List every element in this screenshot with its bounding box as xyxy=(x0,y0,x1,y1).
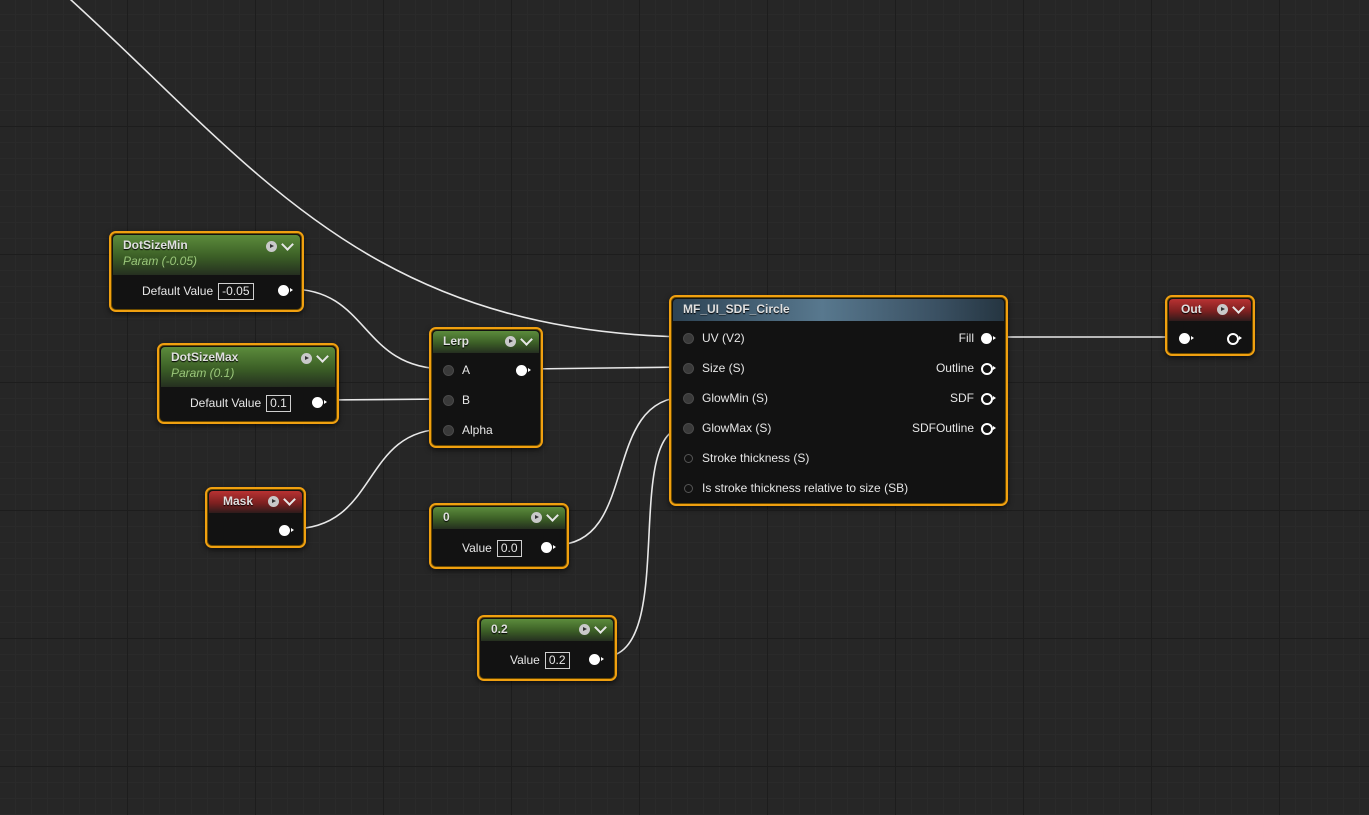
preview-play-icon[interactable] xyxy=(579,624,590,635)
lerp-node[interactable]: Lerp A B Alpha xyxy=(429,327,543,448)
output-label-outline: Outline xyxy=(935,361,974,375)
wire-zero-to-glowmin xyxy=(554,396,687,546)
input-pin-uv[interactable] xyxy=(683,333,694,344)
output-pin[interactable] xyxy=(278,285,293,296)
node-title: DotSizeMax xyxy=(171,350,239,364)
input-label-a: A xyxy=(462,363,471,377)
chevron-down-icon[interactable] xyxy=(594,620,607,634)
output-pin[interactable] xyxy=(279,525,294,536)
wire-mask-to-lerp-alpha xyxy=(290,428,447,530)
dotsizemin-node[interactable]: DotSizeMin Param (-0.05) Default Value -0… xyxy=(109,231,304,312)
dotsizemax-header[interactable]: DotSizeMax Param (0.1) xyxy=(161,347,335,387)
mask-header[interactable]: Mask xyxy=(209,491,302,513)
node-title: Mask xyxy=(223,494,254,508)
output-pin[interactable] xyxy=(1227,333,1242,345)
node-title: MF_UI_SDF_Circle xyxy=(683,302,790,316)
value-input[interactable]: 0.0 xyxy=(496,540,522,557)
constant-zero-node[interactable]: 0 Value 0.0 xyxy=(429,503,569,569)
chevron-down-icon[interactable] xyxy=(546,508,559,522)
chevron-down-icon[interactable] xyxy=(316,349,329,363)
node-title: Lerp xyxy=(443,334,470,348)
value-input[interactable]: 0.2 xyxy=(544,652,570,669)
node-title: 0.2 xyxy=(491,622,508,636)
output-label-sdfoutline: SDFOutline xyxy=(911,421,974,435)
input-pin-stroke-relative[interactable] xyxy=(684,484,693,493)
input-label-glowmax: GlowMax (S) xyxy=(702,421,772,435)
constant-zero-header[interactable]: 0 xyxy=(433,507,565,529)
output-pin-outline[interactable] xyxy=(981,363,996,375)
input-pin-a[interactable] xyxy=(443,365,454,376)
input-label-b: B xyxy=(462,393,471,407)
preview-play-icon[interactable] xyxy=(531,512,542,523)
constant-point2-node[interactable]: 0.2 Value 0.2 xyxy=(477,615,617,681)
dotsizemin-header[interactable]: DotSizeMin Param (-0.05) xyxy=(113,235,300,275)
chevron-down-icon[interactable] xyxy=(1232,300,1245,314)
input-pin-b[interactable] xyxy=(443,395,454,406)
wire-lerp-to-sdf-size xyxy=(527,366,687,370)
input-pin-glowmax[interactable] xyxy=(683,423,694,434)
chevron-down-icon[interactable] xyxy=(520,332,533,346)
preview-play-icon[interactable] xyxy=(301,353,312,364)
output-pin[interactable] xyxy=(541,542,556,553)
mask-node[interactable]: Mask xyxy=(205,487,306,548)
input-pin-alpha[interactable] xyxy=(443,425,454,436)
output-pin-fill[interactable] xyxy=(981,333,996,344)
field-label: Default Value xyxy=(142,284,214,298)
preview-play-icon[interactable] xyxy=(268,496,279,507)
preview-play-icon[interactable] xyxy=(505,336,516,347)
out-header[interactable]: Out xyxy=(1169,299,1251,321)
chevron-down-icon[interactable] xyxy=(281,237,294,251)
input-label-size: Size (S) xyxy=(702,361,745,375)
field-label: Value xyxy=(462,541,492,555)
input-label-stroke-thickness: Stroke thickness (S) xyxy=(702,451,810,465)
wire-dotsizemax-to-lerp-b xyxy=(323,398,447,401)
out-node[interactable]: Out xyxy=(1165,295,1255,356)
output-label-fill: Fill xyxy=(958,331,974,345)
input-pin-size[interactable] xyxy=(683,363,694,374)
node-title: 0 xyxy=(443,510,450,524)
input-pin-glowmin[interactable] xyxy=(683,393,694,404)
node-subtitle: Param (0.1) xyxy=(171,366,235,380)
sdf-circle-header[interactable]: MF_UI_SDF_Circle xyxy=(673,299,1004,321)
node-subtitle: Param (-0.05) xyxy=(123,254,198,268)
output-pin[interactable] xyxy=(589,654,604,665)
node-title: DotSizeMin xyxy=(123,238,188,252)
node-title: Out xyxy=(1181,302,1202,316)
sdf-circle-function-node[interactable]: MF_UI_SDF_Circle UV (V2) Size (S) GlowMi… xyxy=(669,295,1008,506)
constant-point2-header[interactable]: 0.2 xyxy=(481,619,613,641)
preview-play-icon[interactable] xyxy=(266,241,277,252)
output-pin[interactable] xyxy=(516,365,531,376)
output-pin-sdf[interactable] xyxy=(981,393,996,405)
field-label: Default Value xyxy=(190,396,262,410)
input-label-stroke-relative: Is stroke thickness relative to size (SB… xyxy=(702,481,909,495)
output-pin[interactable] xyxy=(312,397,327,408)
field-label: Value xyxy=(510,653,540,667)
preview-play-icon[interactable] xyxy=(1217,304,1228,315)
input-label-uv: UV (V2) xyxy=(702,331,745,345)
input-label-alpha: Alpha xyxy=(462,423,493,437)
dotsizemax-node[interactable]: DotSizeMax Param (0.1) Default Value 0.1 xyxy=(157,343,339,424)
input-pin-stroke-thickness[interactable] xyxy=(684,454,693,463)
chevron-down-icon[interactable] xyxy=(283,492,296,506)
input-label-glowmin: GlowMin (S) xyxy=(702,391,769,405)
input-pin[interactable] xyxy=(1179,333,1194,344)
default-value-input[interactable]: 0.1 xyxy=(266,395,291,412)
output-pin-sdfoutline[interactable] xyxy=(981,423,996,435)
output-label-sdf: SDF xyxy=(950,391,974,405)
lerp-header[interactable]: Lerp xyxy=(433,331,539,353)
default-value-input[interactable]: -0.05 xyxy=(218,283,254,300)
